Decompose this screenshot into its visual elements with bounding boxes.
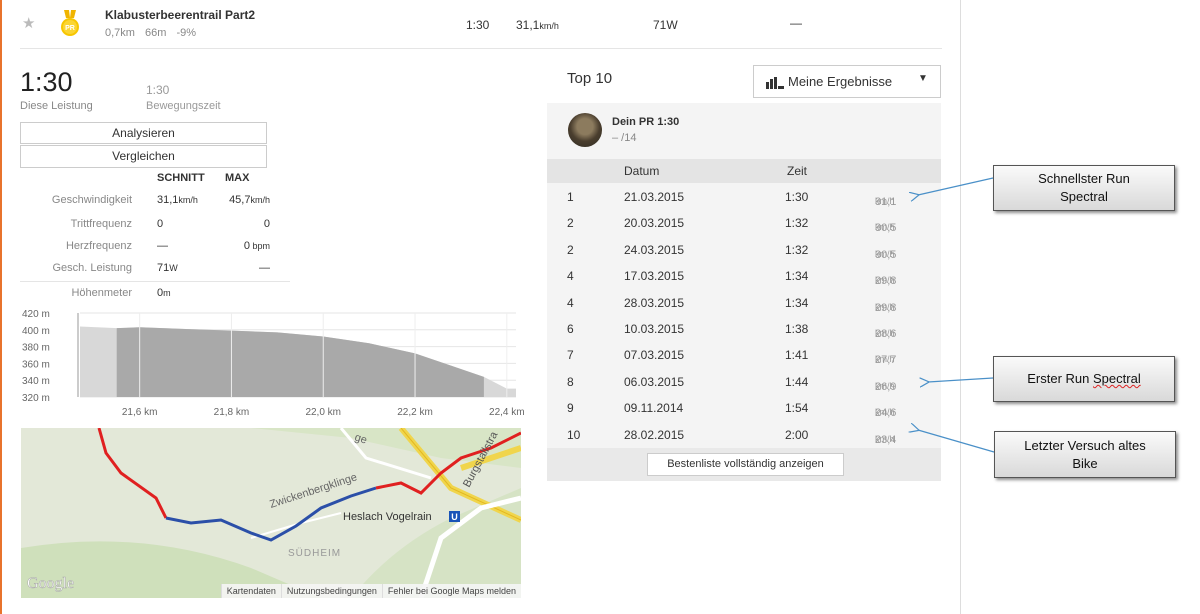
segment-effort-page: ★ PR Klabusterbeerentrail Part2 0,7km 66… (0, 0, 1200, 614)
annotation-arrows (0, 177, 995, 453)
annotation-fastest-run: Schnellster Run Spectral (993, 165, 1175, 211)
annotation-last-old-bike: Letzter Versuch altes Bike (994, 431, 1176, 478)
annotation-arrow (928, 378, 994, 382)
annotation-arrow (918, 177, 994, 195)
annotation-arrow (918, 430, 995, 453)
annotation-first-run: Erster Run Spectral (993, 356, 1175, 402)
